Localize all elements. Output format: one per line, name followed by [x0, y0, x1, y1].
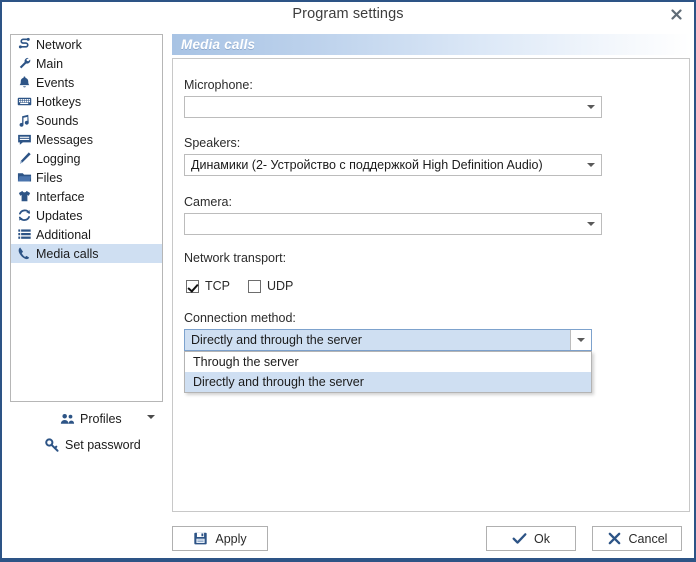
ok-label: Ok — [534, 531, 550, 546]
speakers-value: Динамики (2- Устройство с поддержкой Hig… — [191, 158, 543, 172]
sidebar-actions: Profiles Set password — [10, 406, 163, 476]
people-icon — [58, 411, 76, 428]
apply-label: Apply — [215, 531, 247, 546]
keyboard-icon — [15, 93, 33, 110]
bell-icon — [15, 74, 33, 91]
message-icon — [15, 131, 33, 148]
set-password-label: Set password — [65, 438, 141, 452]
panel-header: Media calls — [172, 34, 690, 55]
udp-label: UDP — [267, 279, 294, 293]
sidebar-item-logging[interactable]: Logging — [11, 149, 162, 168]
page-title: Media calls — [181, 37, 256, 52]
chevron-down-icon[interactable] — [580, 155, 601, 175]
sidebar-item-media-calls[interactable]: Media calls — [11, 244, 162, 263]
profiles-label: Profiles — [80, 412, 122, 426]
microphone-label: Microphone: — [184, 78, 253, 92]
media-calls-settings-panel: Microphone: Speakers: Динамики (2- Устро… — [172, 58, 690, 512]
speakers-label: Speakers: — [184, 136, 241, 150]
sidebar-item-label: Media calls — [36, 246, 99, 261]
refresh-icon — [15, 207, 33, 224]
sidebar-item-label: Additional — [36, 227, 91, 242]
sidebar-item-sounds[interactable]: Sounds — [11, 111, 162, 130]
network-transport-label: Network transport: — [184, 251, 287, 265]
connection-method-label: Connection method: — [184, 311, 296, 325]
set-password-button[interactable]: Set password — [10, 432, 163, 458]
folder-icon — [15, 169, 33, 186]
sidebar-item-interface[interactable]: Interface — [11, 187, 162, 206]
dropdown-option-directly-and-through-server[interactable]: Directly and through the server — [185, 372, 591, 392]
sidebar-item-hotkeys[interactable]: Hotkeys — [11, 92, 162, 111]
apply-button[interactable]: Apply — [172, 526, 268, 551]
chevron-down-icon[interactable] — [580, 214, 601, 234]
sidebar-item-network[interactable]: Network — [11, 35, 162, 54]
speakers-select[interactable]: Динамики (2- Устройство с поддержкой Hig… — [184, 154, 602, 176]
sidebar-item-label: Files — [36, 170, 63, 185]
sidebar-item-events[interactable]: Events — [11, 73, 162, 92]
settings-category-list[interactable]: Network Main Events Hotkeys Sounds Messa… — [10, 34, 163, 402]
program-settings-dialog: Program settings Network Main Events Hot… — [0, 0, 696, 562]
sidebar-item-files[interactable]: Files — [11, 168, 162, 187]
music-note-icon — [15, 112, 33, 129]
sidebar-item-updates[interactable]: Updates — [11, 206, 162, 225]
tcp-label: TCP — [205, 279, 230, 293]
microphone-select[interactable] — [184, 96, 602, 118]
wrench-icon — [15, 55, 33, 72]
close-glyph — [670, 9, 682, 20]
checkbox-box — [186, 279, 199, 293]
dropdown-option-through-server[interactable]: Through the server — [185, 352, 591, 372]
cross-icon — [607, 531, 622, 546]
sidebar-item-label: Sounds — [36, 113, 79, 128]
network-icon — [15, 36, 33, 53]
connection-method-dropdown[interactable]: Through the server Directly and through … — [184, 351, 592, 393]
camera-label: Camera: — [184, 195, 232, 209]
sidebar-item-label: Logging — [36, 151, 81, 166]
sidebar-item-label: Main — [36, 56, 64, 71]
sidebar-item-label: Events — [36, 75, 75, 90]
sidebar-item-label: Messages — [36, 132, 93, 147]
list-icon — [15, 226, 33, 243]
connection-method-value: Directly and through the server — [191, 333, 362, 347]
sidebar-item-additional[interactable]: Additional — [11, 225, 162, 244]
sidebar-item-messages[interactable]: Messages — [11, 130, 162, 149]
chevron-down-icon[interactable] — [570, 330, 591, 350]
phone-icon — [15, 245, 33, 262]
footer-divider — [2, 558, 694, 560]
pencil-icon — [15, 150, 33, 167]
key-icon — [43, 437, 61, 454]
profiles-button[interactable]: Profiles — [10, 406, 163, 432]
sidebar-item-label: Interface — [36, 189, 85, 204]
sidebar-item-main[interactable]: Main — [11, 54, 162, 73]
cancel-label: Cancel — [628, 531, 668, 546]
save-icon — [193, 531, 208, 546]
sidebar-item-label: Updates — [36, 208, 83, 223]
title-bar: Program settings — [2, 2, 694, 29]
close-icon[interactable] — [666, 6, 686, 24]
sidebar-item-label: Hotkeys — [36, 94, 82, 109]
udp-checkbox[interactable]: UDP — [248, 279, 293, 293]
checkbox-box — [248, 279, 261, 293]
connection-method-select[interactable]: Directly and through the server — [184, 329, 592, 351]
chevron-down-icon[interactable] — [147, 415, 155, 419]
ok-button[interactable]: Ok — [486, 526, 576, 551]
tshirt-icon — [15, 188, 33, 205]
tcp-checkbox[interactable]: TCP — [186, 279, 230, 293]
cancel-button[interactable]: Cancel — [592, 526, 682, 551]
sidebar-item-label: Network — [36, 37, 82, 52]
window-title: Program settings — [292, 6, 404, 22]
check-icon — [512, 531, 527, 546]
chevron-down-icon[interactable] — [580, 97, 601, 117]
camera-select[interactable] — [184, 213, 602, 235]
